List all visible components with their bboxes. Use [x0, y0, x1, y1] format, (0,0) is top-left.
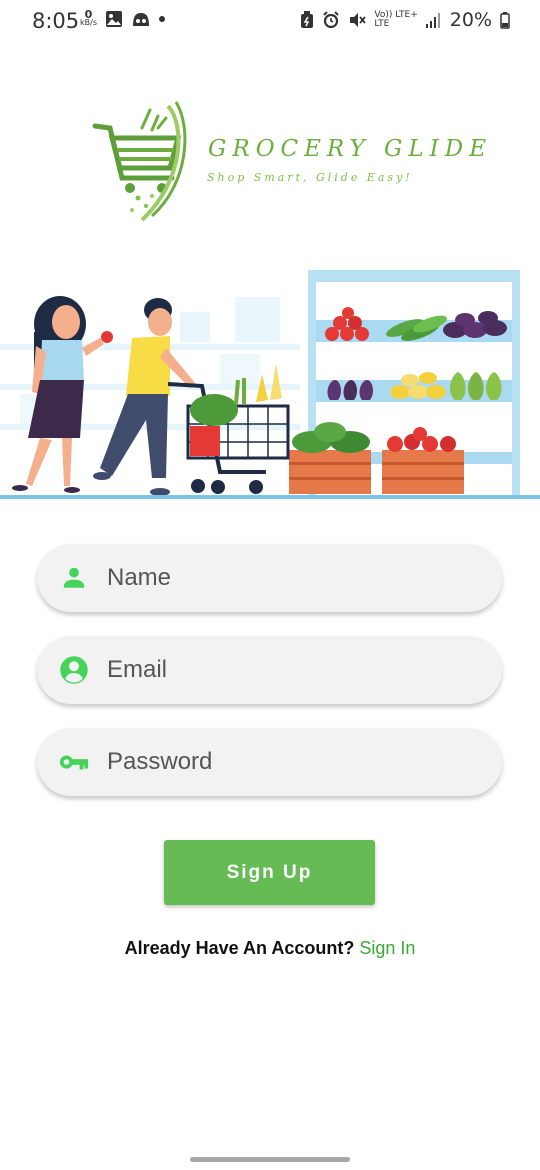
sign-in-link[interactable]: Sign In	[359, 938, 415, 958]
signal-label: Vo)) LTE+ LTE	[374, 11, 417, 29]
home-indicator[interactable]	[190, 1157, 350, 1162]
name-input[interactable]	[105, 563, 469, 593]
person-icon	[59, 563, 89, 593]
net-speed-unit: kB/s	[80, 18, 97, 27]
alarm-icon	[323, 11, 340, 29]
status-right-icons: Vo)) LTE+ LTE 20%	[300, 9, 510, 31]
password-field[interactable]	[37, 728, 502, 796]
cat-face-icon	[132, 13, 149, 26]
signal-bars-icon	[425, 13, 440, 28]
battery-percent: 20%	[449, 9, 492, 31]
status-bar: 8:05 0 kB/s Vo)) LTE+ LTE 20%	[0, 0, 540, 44]
grocery-shopping-illustration	[0, 270, 540, 499]
brand-logo	[92, 98, 452, 228]
name-field[interactable]	[37, 544, 502, 612]
account-question: Already Have An Account?	[124, 938, 355, 958]
key-icon	[59, 747, 89, 777]
account-circle-icon	[59, 655, 89, 685]
mute-icon	[350, 13, 367, 27]
signal-label-bottom: LTE	[374, 19, 390, 29]
account-prompt: Already Have An Account? Sign In	[0, 938, 540, 959]
brand-tagline: Shop Smart, Glide Easy!	[207, 171, 413, 184]
email-input[interactable]	[105, 655, 469, 685]
password-input[interactable]	[105, 747, 469, 777]
sign-up-button[interactable]: Sign Up	[164, 840, 375, 905]
battery-icon	[500, 12, 510, 29]
notification-dot-icon	[158, 16, 165, 22]
status-left-icons: 0 kB/s	[80, 9, 165, 28]
email-field[interactable]	[37, 636, 502, 704]
shopping-cart-logo-icon	[92, 101, 187, 222]
gallery-icon	[105, 11, 122, 27]
status-time: 8:05	[32, 9, 80, 33]
net-speed: 0 kB/s	[80, 9, 97, 27]
battery-saver-icon	[301, 11, 314, 28]
brand-name: GROCERY GLIDE	[208, 136, 493, 162]
